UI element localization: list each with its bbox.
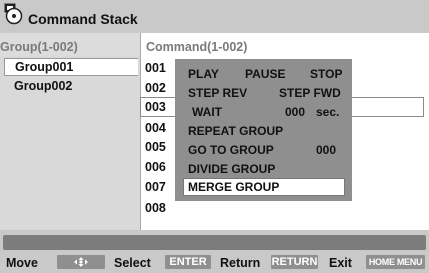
group-item[interactable]: Group002	[14, 79, 72, 93]
exit-hint-label: Exit	[329, 256, 352, 270]
command-row[interactable]: 006	[145, 160, 166, 174]
menu-item-step-rev[interactable]: STEP REV	[188, 86, 247, 100]
command-row[interactable]: 002	[145, 81, 166, 95]
command-row[interactable]: 005	[145, 140, 166, 154]
menu-item-wait[interactable]: WAIT	[192, 105, 222, 119]
menu-item-stop[interactable]: STOP	[310, 67, 342, 81]
disc-menu-icon	[4, 3, 23, 25]
command-list-header: Command(1-002)	[146, 40, 248, 54]
menu-item-pause[interactable]: PAUSE	[245, 67, 285, 81]
group-item-selected[interactable]: Group001	[4, 58, 138, 76]
menu-item-go-to-group[interactable]: GO TO GROUP	[188, 143, 274, 157]
return-hint-label: Return	[220, 256, 261, 270]
group-item-label: Group001	[15, 60, 74, 74]
home-menu-key: HOME MENU	[366, 255, 425, 269]
wait-unit: sec.	[316, 105, 340, 119]
move-hint-label: Move	[6, 256, 38, 270]
command-row[interactable]: 003	[145, 100, 166, 114]
wait-value[interactable]: 000	[285, 105, 305, 119]
window-title: Command Stack	[28, 11, 138, 27]
command-row[interactable]: 008	[145, 201, 166, 215]
menu-item-step-fwd[interactable]: STEP FWD	[279, 86, 341, 100]
menu-item-play[interactable]: PLAY	[188, 67, 219, 81]
command-row[interactable]: 007	[145, 180, 166, 194]
menu-item-repeat-group[interactable]: REPEAT GROUP	[188, 124, 283, 138]
command-row[interactable]: 004	[145, 121, 166, 135]
status-bar	[3, 235, 426, 250]
menu-item-merge-group[interactable]: MERGE GROUP	[188, 180, 279, 194]
group-list-header: Group(1-002)	[0, 40, 78, 54]
arrow-keys-icon	[57, 255, 105, 269]
return-key: RETURN	[271, 255, 318, 269]
enter-key: ENTER	[165, 255, 211, 269]
go-to-group-value[interactable]: 000	[316, 143, 336, 157]
command-row[interactable]: 001	[145, 61, 166, 75]
select-hint-label: Select	[114, 256, 151, 270]
menu-item-divide-group[interactable]: DIVIDE GROUP	[188, 162, 275, 176]
